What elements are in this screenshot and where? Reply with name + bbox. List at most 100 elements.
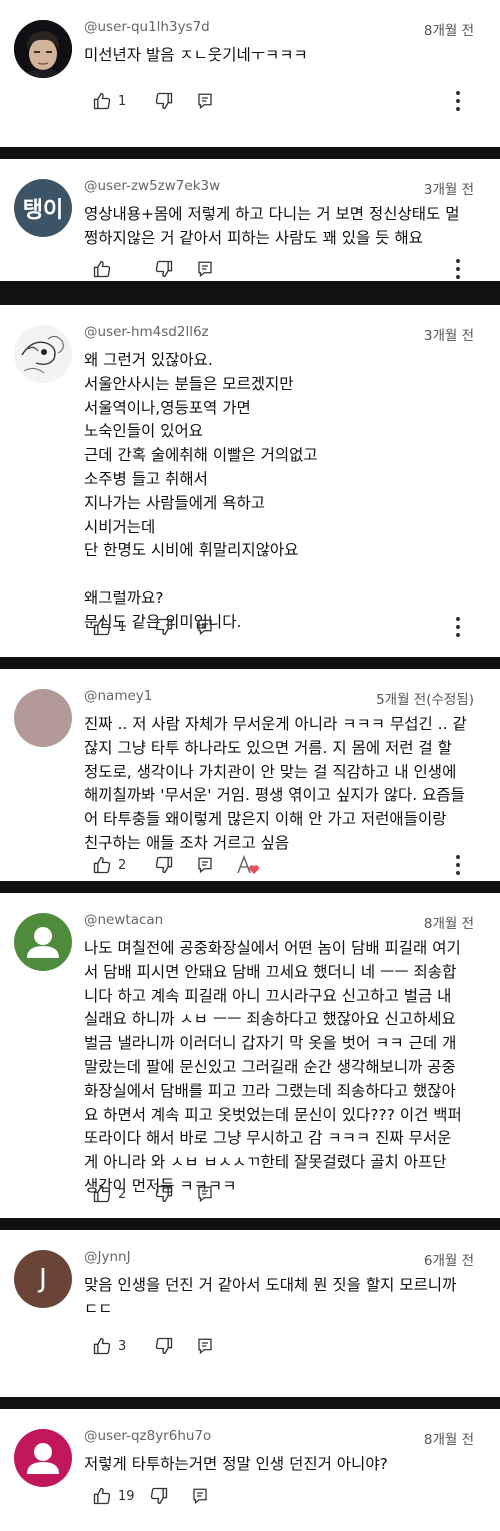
default-person-icon [27,1443,59,1474]
avatar[interactable] [14,20,72,78]
comment-author[interactable]: @namey1 [84,688,152,704]
comment-timestamp: 8개월 전 [423,23,474,39]
reply-icon [198,261,212,278]
comment-text: 미선년자 발음 ㅈㄴ웃기네ㅜㅋㅋㅋ [84,46,308,64]
comment-card: @user-hm4sd2ll6z 3개월 전 왜 그런거 있잖아요. 서울안사시… [0,305,500,657]
like-button[interactable]: 2 [92,1183,134,1205]
like-button[interactable]: 1 [92,90,134,112]
thumbs-down-icon [155,1337,173,1355]
comment-author[interactable]: @user-zw5zw7ek3w [84,178,220,194]
reply-icon [198,857,212,874]
comment-author[interactable]: @JynnJ [84,1249,131,1265]
avatar[interactable] [14,913,72,971]
reply-button[interactable] [196,1335,214,1357]
comment-text: 저렇게 타투하는거면 정말 인생 던진거 아니야? [84,1455,388,1473]
comment-text: 진짜 .. 저 사람 자체가 무서운게 아니라 ㅋㅋㅋ 무섭긴 .. 같 잖지 … [84,715,467,852]
like-button[interactable]: 2 [92,854,134,876]
comment-card: @user-qz8yr6hu7o 8개월 전 저렇게 타투하는거면 정말 인생 … [0,1409,500,1531]
comment-card: @newtacan 8개월 전 나도 며칠전에 공중화장실에서 어떤 놈이 담배… [0,893,500,1218]
comment-card: J @JynnJ 6개월 전 맞음 인생을 던진 거 같아서 도대체 뭔 짓을 … [0,1230,500,1397]
like-count: 19 [118,1488,135,1504]
reply-icon [192,1488,207,1505]
dislike-button[interactable] [154,258,174,280]
comment-author[interactable]: @user-qz8yr6hu7o [84,1428,211,1444]
comment-actions: 2 [92,1183,214,1205]
comment-actions: 19 [92,1485,209,1507]
thumbs-up-icon [93,260,111,278]
like-button[interactable]: 1 [92,616,134,638]
dislike-button[interactable] [154,616,174,638]
thumbs-up-icon [93,856,111,874]
more-vertical-icon[interactable] [454,854,462,876]
comment-timestamp: 6개월 전 [423,1253,474,1269]
reply-button[interactable] [196,616,214,638]
comment-actions: 1 [92,616,214,638]
comment-text: 나도 며칠전에 공중화장실에서 어떤 놈이 담배 피길래 여기 서 담배 피시면… [84,939,462,1195]
more-vertical-icon[interactable] [454,616,462,638]
more-vertical-icon[interactable] [454,90,462,112]
dislike-button[interactable] [149,1485,169,1507]
like-button[interactable]: 3 [92,1335,134,1357]
thumbs-down-icon [155,856,173,874]
comment-timestamp: 8개월 전 [423,916,474,932]
dislike-button[interactable] [154,854,174,876]
avatar[interactable]: 탱이 [14,179,72,237]
reply-icon [198,93,212,110]
thumbs-down-icon [155,618,173,636]
more-vertical-icon[interactable] [454,258,462,280]
comment-text: 왜 그런거 있잖아요. 서울안사시는 분들은 모르겠지만 서울역이나,영등포역 … [84,351,318,631]
comment-card: 탱이 @user-zw5zw7ek3w 3개월 전 영상내용+몸에 저렇게 하고… [0,159,500,281]
thumbs-up-icon [93,1337,111,1355]
like-button[interactable]: 19 [92,1485,135,1507]
reply-button[interactable] [191,1485,209,1507]
reply-button[interactable] [196,90,214,112]
default-person-icon [27,927,59,958]
dislike-button[interactable] [154,1335,174,1357]
like-count: 2 [118,1186,127,1202]
reply-icon [198,1186,212,1203]
thumbs-up-icon [93,1185,111,1203]
like-button[interactable] [92,258,134,280]
comment-actions: 2 [92,854,262,876]
comment-timestamp: 3개월 전 [423,182,474,198]
comment-card: @namey1 5개월 전(수정됨) 진짜 .. 저 사람 자체가 무서운게 아… [0,669,500,881]
creator-heart-icon [237,854,260,874]
comment-text: 영상내용+몸에 저렇게 하고 다니는 거 보면 정신상태도 멀 쩡하지않은 거 … [84,205,460,247]
like-count: 1 [118,619,127,635]
comment-card: @user-qu1lh3ys7d 8개월 전 미선년자 발음 ㅈㄴ웃기네ㅜㅋㅋㅋ… [0,0,500,147]
like-count: 2 [118,857,127,873]
thumbs-up-icon [93,1487,111,1505]
thumbs-down-icon [155,260,173,278]
comment-actions: 1 [92,90,214,112]
thumbs-up-icon [93,618,111,636]
comment-text: 맞음 인생을 던진 거 같아서 도대체 뭔 짓을 할지 모르니까 ㄷㄷ [84,1276,457,1318]
dislike-button[interactable] [154,1183,174,1205]
reply-icon [198,619,212,636]
reply-button[interactable] [196,258,214,280]
like-count: 1 [118,93,127,109]
thumbs-down-icon [155,92,173,110]
comment-author[interactable]: @user-qu1lh3ys7d [84,19,210,35]
avatar-text: J [39,1264,47,1294]
comment-timestamp: 3개월 전 [423,328,474,344]
avatar-text: 탱이 [22,198,64,223]
comment-actions: 3 [92,1335,214,1357]
avatar[interactable] [14,1429,72,1487]
comment-timestamp: 8개월 전 [423,1432,474,1448]
reply-icon [198,1338,212,1355]
reply-button[interactable] [196,1183,214,1205]
avatar[interactable] [14,325,72,383]
reply-button[interactable] [196,854,214,876]
like-count: 3 [118,1338,127,1354]
thumbs-down-icon [150,1487,167,1505]
avatar[interactable]: J [14,1250,72,1308]
comment-actions [92,258,214,280]
comment-author[interactable]: @user-hm4sd2ll6z [84,324,209,340]
thumbs-down-icon [155,1185,173,1203]
thumbs-up-icon [93,92,111,110]
avatar[interactable] [14,689,72,747]
dislike-button[interactable] [154,90,174,112]
comment-timestamp: 5개월 전(수정됨) [376,692,474,708]
creator-heart-badge [236,854,262,876]
comment-author[interactable]: @newtacan [84,912,163,928]
